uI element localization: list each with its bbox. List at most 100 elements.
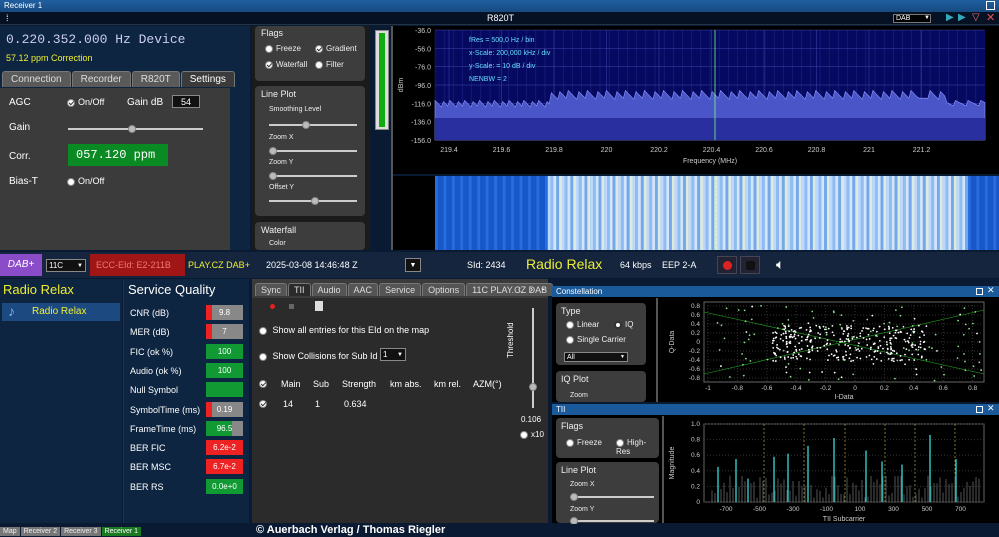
- close-icon[interactable]: ✕: [987, 403, 995, 414]
- tab-connection[interactable]: Connection: [2, 71, 71, 87]
- titlebar-restore-icon[interactable]: [986, 1, 995, 10]
- tab-receiver-2[interactable]: Receiver 2: [20, 527, 61, 536]
- iq-point: [797, 334, 800, 337]
- tab-service[interactable]: Service: [379, 283, 422, 296]
- waterfall-option[interactable]: Waterfall: [265, 60, 307, 69]
- zoomx-knob[interactable]: [269, 147, 277, 155]
- iq-point: [859, 357, 862, 360]
- document-icon[interactable]: [315, 301, 323, 311]
- tab-tii[interactable]: TII: [288, 283, 311, 296]
- close-icon[interactable]: ✕: [987, 285, 995, 296]
- sub-id-select[interactable]: 1 ▼: [380, 348, 406, 361]
- row-checkbox[interactable]: [259, 398, 270, 408]
- zoomy-slider[interactable]: [269, 172, 357, 180]
- tab-aac[interactable]: AAC: [347, 283, 379, 296]
- iq-point: [940, 366, 943, 368]
- waterfall-column: [838, 176, 842, 250]
- flags-panel: Flags Freeze Gradient Waterfall Filter L…: [252, 26, 370, 250]
- close-icon[interactable]: ✕: [986, 11, 995, 24]
- x-tick-label: 0.2: [880, 385, 889, 392]
- tii-zoomx-knob[interactable]: [570, 493, 578, 501]
- zoomy-knob[interactable]: [269, 172, 277, 180]
- gradient-option[interactable]: Gradient: [315, 44, 357, 53]
- waterfall-column: [739, 176, 743, 250]
- iq-point: [957, 345, 960, 348]
- service-select[interactable]: ▼: [405, 258, 421, 272]
- zoomx-slider[interactable]: [269, 147, 357, 155]
- iq-option[interactable]: IQ: [614, 320, 633, 329]
- tii-zoomx-slider[interactable]: [570, 493, 654, 501]
- agc-checkbox[interactable]: On/Off: [67, 97, 104, 107]
- waterfall-column: [894, 176, 898, 250]
- constellation-splitter[interactable]: [656, 298, 658, 402]
- record-icon[interactable]: [270, 304, 275, 309]
- smoothing-knob[interactable]: [302, 121, 310, 129]
- filter-option[interactable]: Filter: [315, 60, 344, 69]
- quality-bar: 100: [206, 343, 243, 359]
- tabs-right-icon[interactable]: ›: [530, 284, 533, 294]
- single-carrier-option[interactable]: Single Carrier: [566, 335, 626, 344]
- show-all-option[interactable]: Show all entries for this EId on the map: [259, 325, 429, 335]
- x-tick-label: -100: [820, 506, 833, 513]
- gain-db-input[interactable]: 54: [172, 95, 200, 108]
- stop-icon[interactable]: [289, 304, 294, 309]
- waterfall-column: [700, 176, 703, 250]
- tab-options[interactable]: Options: [422, 283, 466, 296]
- smoothing-slider[interactable]: [269, 121, 357, 129]
- maximize-icon[interactable]: [976, 288, 983, 295]
- iq-label: IQ: [625, 320, 634, 329]
- iq-point: [774, 352, 776, 355]
- tab-receiver-3[interactable]: Receiver 3: [61, 527, 101, 536]
- tab-settings[interactable]: Settings: [180, 71, 235, 87]
- waterfall-column: [646, 176, 650, 250]
- threshold-slider[interactable]: [529, 308, 537, 408]
- table-select-all[interactable]: [259, 378, 270, 388]
- waterfall-column: [869, 176, 873, 250]
- tii-freeze-option[interactable]: Freeze: [566, 438, 602, 447]
- record-button[interactable]: [717, 256, 737, 274]
- tab-audio[interactable]: Audio: [311, 283, 347, 296]
- tab-map[interactable]: Map: [0, 527, 20, 536]
- service-name: Radio Relax: [526, 256, 603, 272]
- linear-option[interactable]: Linear: [566, 320, 599, 329]
- waterfall-column: [629, 176, 633, 250]
- x-tick-label: 221.2: [913, 147, 931, 154]
- table-row[interactable]: 14 1 0.634: [252, 398, 512, 412]
- highres-option[interactable]: High-Res: [616, 438, 659, 456]
- freeze-option[interactable]: Freeze: [265, 44, 301, 53]
- forward-icon[interactable]: ▶: [958, 12, 966, 23]
- x10-option[interactable]: x10: [520, 430, 544, 439]
- offsety-knob[interactable]: [311, 197, 319, 205]
- biast-radio[interactable]: On/Off: [67, 176, 104, 186]
- service-item[interactable]: ♪ Radio Relax: [2, 303, 120, 321]
- channel-select[interactable]: 11C ▼: [46, 259, 86, 272]
- ensemble-label: PLAY.CZ DAB+: [188, 260, 250, 270]
- maximize-icon[interactable]: [976, 406, 983, 413]
- threshold-knob[interactable]: [529, 383, 537, 391]
- carrier-select[interactable]: All ▼: [564, 352, 628, 362]
- waterfall-column: [849, 176, 853, 250]
- gain-slider-knob[interactable]: [128, 125, 136, 133]
- offsety-slider[interactable]: [269, 197, 357, 205]
- show-collisions-option[interactable]: Show Collisions for Sub Id: [259, 351, 378, 361]
- tabs-left-icon[interactable]: ‹: [518, 284, 521, 294]
- lineplot-title: Line Plot: [261, 89, 297, 99]
- y-tick-label: -0.4: [689, 357, 701, 364]
- play-icon[interactable]: ▶: [946, 12, 954, 23]
- iq-point: [879, 344, 882, 347]
- waterfall-column: [688, 176, 692, 250]
- tab-r820t[interactable]: R820T: [131, 71, 180, 87]
- tab-receiver-1[interactable]: Receiver 1: [101, 527, 142, 536]
- speaker-icon[interactable]: 🔈︎: [776, 256, 784, 273]
- tii-zoomy-slider[interactable]: [570, 517, 654, 525]
- tab-sync[interactable]: Sync: [255, 283, 288, 296]
- mode-select[interactable]: DAB ▼: [893, 14, 931, 23]
- filter-icon[interactable]: ▽: [972, 12, 980, 23]
- gain-slider[interactable]: [68, 125, 203, 133]
- y-tick-label: 0.8: [691, 303, 700, 310]
- tab-recorder[interactable]: Recorder: [71, 71, 131, 87]
- tabs-menu-icon[interactable]: ⌄: [540, 284, 546, 292]
- pin-icon[interactable]: ⁞: [6, 13, 9, 23]
- flags-title: Flags: [261, 28, 284, 38]
- stop-button[interactable]: [740, 256, 760, 274]
